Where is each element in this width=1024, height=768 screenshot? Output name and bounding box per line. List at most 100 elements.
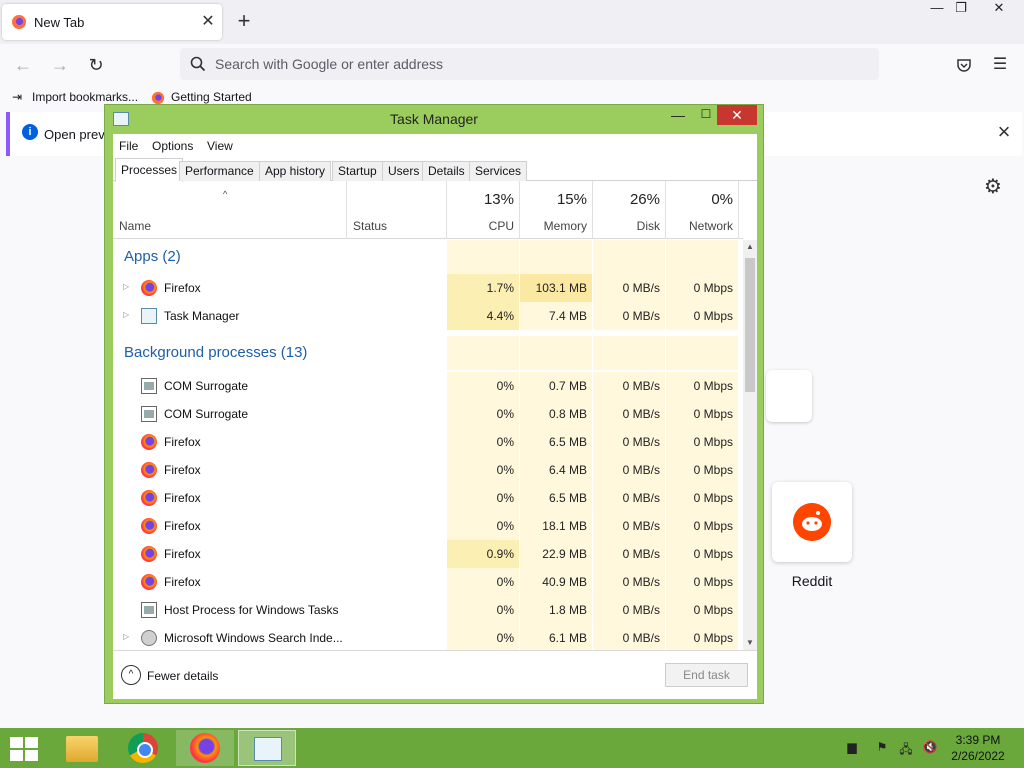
import-bookmarks-icon: ⇥ (12, 90, 23, 104)
process-network: 0 Mbps (693, 435, 733, 449)
reddit-shortcut[interactable] (772, 482, 852, 562)
task-manager-body: File Options View Processes Performance … (113, 134, 757, 699)
close-tab-icon[interactable]: ✕ (198, 12, 218, 32)
menu-options[interactable]: Options (152, 139, 193, 153)
process-network: 0 Mbps (693, 491, 733, 505)
process-cpu: 0% (496, 463, 514, 477)
tab-new-tab[interactable]: New Tab ✕ (2, 4, 222, 40)
tab-startup[interactable]: Startup (332, 161, 383, 181)
import-bookmarks-link[interactable]: Import bookmarks... (32, 90, 138, 104)
process-row[interactable]: Firefox 0% 40.9 MB 0 MB/s 0 Mbps (113, 568, 743, 596)
process-row[interactable]: COM Surrogate 0% 0.8 MB 0 MB/s 0 Mbps (113, 400, 743, 428)
expand-chevron-icon[interactable]: ▷ (123, 310, 129, 319)
scrollbar-thumb[interactable] (745, 258, 755, 392)
column-network[interactable]: Network (666, 219, 733, 233)
back-icon[interactable]: ← (10, 53, 36, 77)
process-disk: 0 MB/s (622, 519, 660, 533)
address-bar[interactable]: Search with Google or enter address (180, 48, 879, 80)
scroll-down-icon[interactable]: ▼ (743, 636, 757, 650)
memory-total[interactable]: 15% (520, 191, 587, 208)
group-label: Background processes (13) (124, 344, 308, 361)
process-row[interactable]: ▷ Microsoft Windows Search Inde... 0% 6.1 M… (113, 624, 743, 650)
process-row[interactable]: Firefox 0% 6.4 MB 0 MB/s 0 Mbps (113, 456, 743, 484)
column-name[interactable]: Name (119, 219, 151, 233)
process-disk: 0 MB/s (622, 603, 660, 617)
reload-icon[interactable]: ↻ (83, 53, 109, 77)
column-disk[interactable]: Disk (593, 219, 660, 233)
process-memory: 40.9 MB (542, 575, 587, 589)
firefox-icon (141, 462, 157, 478)
expand-chevron-icon[interactable]: ▷ (123, 632, 129, 641)
new-tab-button[interactable]: + (232, 10, 256, 34)
tab-users[interactable]: Users (382, 161, 426, 181)
column-cpu[interactable]: CPU (447, 219, 514, 233)
process-row[interactable]: Host Process for Windows Tasks 0% 1.8 MB 0 … (113, 596, 743, 624)
firefox-icon (141, 490, 157, 506)
pocket-icon[interactable] (952, 53, 976, 77)
process-cpu: 0% (496, 575, 514, 589)
forward-icon[interactable]: → (47, 53, 73, 77)
tray-action-center-icon[interactable]: ▆ (844, 740, 860, 756)
firefox-icon (190, 733, 220, 763)
nav-bar: ← → ↻ Search with Google or enter addres… (0, 44, 1024, 86)
scroll-up-icon[interactable]: ▲ (743, 240, 757, 254)
search-indexer-icon (141, 630, 157, 646)
notification-text: Open previ (44, 127, 108, 142)
process-row[interactable]: COM Surrogate 0% 0.7 MB 0 MB/s 0 Mbps (113, 372, 743, 400)
process-network: 0 Mbps (693, 519, 733, 533)
process-row[interactable]: Firefox 0% 18.1 MB 0 MB/s 0 Mbps (113, 512, 743, 540)
cpu-total[interactable]: 13% (447, 191, 514, 208)
tray-flag-icon[interactable]: ⚑ (874, 740, 890, 756)
process-disk: 0 MB/s (622, 463, 660, 477)
tab-details[interactable]: Details (422, 161, 471, 181)
taskbar-file-explorer[interactable] (52, 730, 110, 766)
system-clock[interactable]: 3:39 PM 2/26/2022 (944, 732, 1012, 764)
start-windows-icon[interactable] (8, 736, 38, 762)
reddit-shortcut-label[interactable]: Reddit (772, 573, 852, 589)
process-name: Firefox (164, 519, 201, 533)
process-row[interactable]: Firefox 0.9% 22.9 MB 0 MB/s 0 Mbps (113, 540, 743, 568)
menu-icon[interactable]: ☰ (988, 53, 1012, 77)
close-icon[interactable]: ✕ (717, 105, 757, 125)
end-task-button[interactable]: End task (665, 663, 748, 687)
minimize-icon[interactable]: — (665, 107, 691, 127)
disk-total[interactable]: 26% (593, 191, 660, 208)
tab-processes[interactable]: Processes (115, 158, 184, 182)
getting-started-link[interactable]: Getting Started (171, 90, 252, 104)
process-network: 0 Mbps (693, 547, 733, 561)
fewer-details-icon[interactable]: ^ (121, 665, 141, 685)
taskbar-firefox[interactable] (176, 730, 234, 766)
column-memory[interactable]: Memory (520, 219, 587, 233)
vertical-scrollbar[interactable]: ▲ ▼ (743, 240, 757, 650)
tray-network-icon[interactable]: 🖧 (898, 740, 914, 756)
fewer-details-link[interactable]: Fewer details (147, 669, 218, 683)
menu-file[interactable]: File (119, 139, 138, 153)
taskbar-chrome[interactable] (114, 730, 172, 766)
expand-chevron-icon[interactable]: ▷ (123, 282, 129, 291)
process-row[interactable]: Firefox 0% 6.5 MB 0 MB/s 0 Mbps (113, 428, 743, 456)
tray-volume-muted-icon[interactable]: 🔇 (922, 740, 938, 756)
column-status[interactable]: Status (353, 219, 387, 233)
tab-services[interactable]: Services (469, 161, 528, 181)
firefox-icon (12, 15, 26, 29)
maximize-icon[interactable]: ☐ (693, 107, 719, 127)
menu-view[interactable]: View (207, 139, 233, 153)
process-name: Firefox (164, 281, 201, 295)
task-manager-icon (254, 737, 282, 761)
shortcut-tile[interactable] (766, 370, 812, 422)
task-manager-titlebar[interactable]: Task Manager — ☐ ✕ (105, 105, 763, 133)
process-row[interactable]: Firefox 0% 6.5 MB 0 MB/s 0 Mbps (113, 484, 743, 512)
tab-performance[interactable]: Performance (179, 161, 260, 181)
network-total[interactable]: 0% (666, 191, 733, 208)
process-row[interactable]: ▷ Task Manager 4.4% 7.4 MB 0 MB/s 0 Mbps (113, 302, 743, 330)
close-window-icon[interactable]: ✕ (976, 0, 1022, 22)
taskbar-task-manager[interactable] (238, 730, 296, 766)
settings-gear-icon[interactable]: ⚙ (982, 176, 1004, 198)
process-memory: 7.4 MB (548, 309, 587, 323)
process-disk: 0 MB/s (622, 407, 660, 421)
process-row[interactable]: ▷ Firefox 1.7% 103.1 MB 0 MB/s 0 Mbps (113, 274, 743, 302)
process-cpu: 1.7% (486, 281, 514, 295)
tab-app-history[interactable]: App history (259, 161, 332, 181)
process-cpu: 0% (496, 631, 514, 645)
close-notification-icon[interactable]: × (992, 120, 1016, 144)
